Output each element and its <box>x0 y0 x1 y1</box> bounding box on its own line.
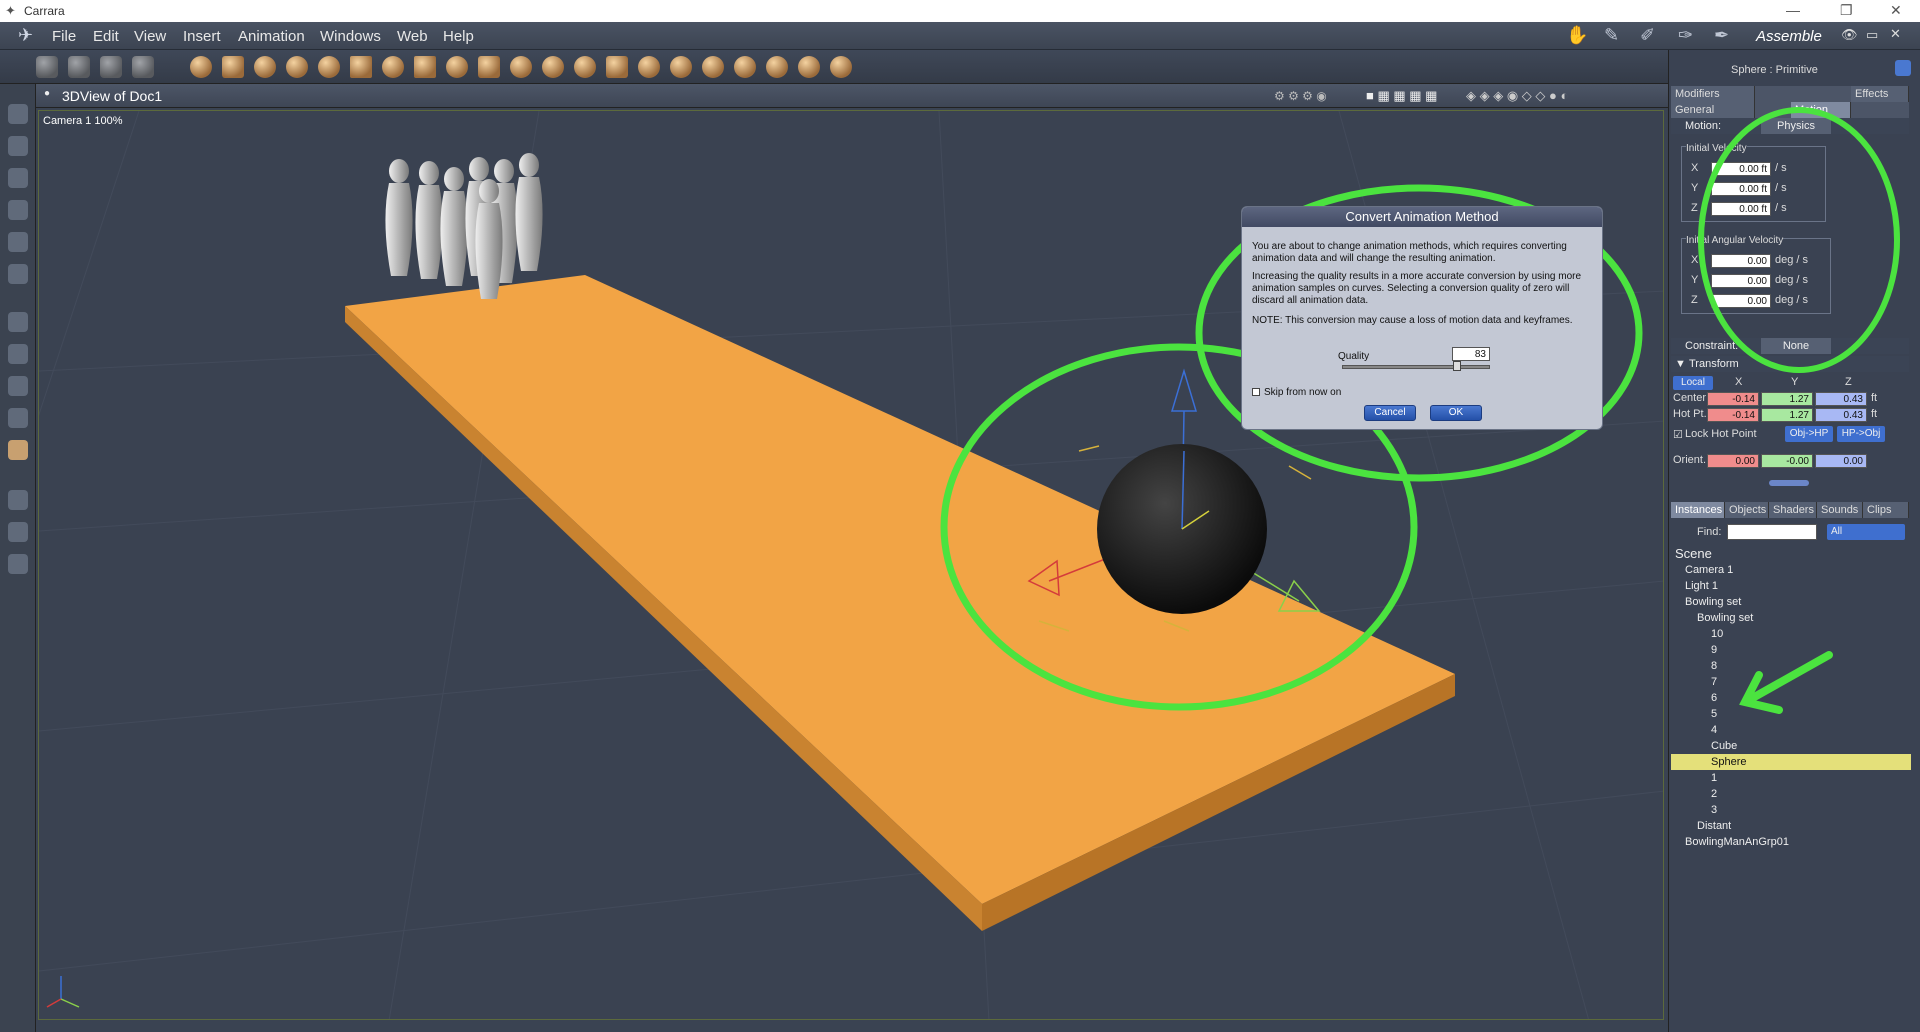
rotate-tool-icon[interactable] <box>100 56 122 78</box>
insert-sphere-icon[interactable] <box>190 56 212 78</box>
rotate-icon[interactable] <box>8 168 28 188</box>
quality-input[interactable]: 83 <box>1452 347 1490 361</box>
insert-ags-icon[interactable] <box>606 56 628 78</box>
insert-spotlight-icon[interactable] <box>734 56 756 78</box>
tree-item-bowling-man[interactable]: BowlingManAnGrp01 <box>1671 834 1911 850</box>
skip-label: Skip from now on <box>1264 387 1342 398</box>
view-controls-icon[interactable]: ⚙ ⚙ ⚙ ◉ <box>1274 89 1327 103</box>
insert-plane-icon[interactable] <box>414 56 436 78</box>
insert-cylinder-icon[interactable] <box>222 56 244 78</box>
pen-icon[interactable] <box>8 232 28 252</box>
zoom-icon[interactable] <box>8 554 28 574</box>
insert-light-icon[interactable] <box>670 56 692 78</box>
panel-menu-icon[interactable] <box>1895 60 1911 76</box>
menu-bar: ✈ File Edit View Insert Animation Window… <box>0 22 1920 50</box>
orbit-icon[interactable] <box>8 376 28 396</box>
hand-tool-icon[interactable] <box>68 56 90 78</box>
room-name: Assemble <box>1756 28 1822 45</box>
insert-globe-icon[interactable] <box>254 56 276 78</box>
eye-icon[interactable]: 👁 <box>1841 27 1858 43</box>
minimize-icon[interactable]: — <box>1786 2 1800 18</box>
convert-animation-dialog: Convert Animation Method You are about t… <box>1241 206 1603 430</box>
insert-plant-icon[interactable] <box>574 56 596 78</box>
panel-annotations <box>1698 107 1900 714</box>
menu-edit[interactable]: Edit <box>93 28 119 45</box>
view-title: 3DView of Doc1 <box>62 88 163 104</box>
title-bar: ✦ Carrara — ❐ ✕ <box>0 0 1920 22</box>
menu-windows[interactable]: Windows <box>320 28 381 45</box>
quality-slider[interactable] <box>1342 361 1490 371</box>
menu-file[interactable]: File <box>52 28 76 45</box>
ok-button[interactable]: OK <box>1430 405 1482 421</box>
select-arrow-icon[interactable] <box>8 104 28 124</box>
insert-terrain-icon[interactable] <box>478 56 500 78</box>
left-toolbox <box>0 84 36 1032</box>
scale-tool-icon[interactable] <box>132 56 154 78</box>
insert-bulb-icon[interactable] <box>702 56 724 78</box>
assemble-room-icon[interactable]: ✋ <box>1566 25 1588 46</box>
cancel-button[interactable]: Cancel <box>1364 405 1416 421</box>
dialog-text-1: You are about to change animation method… <box>1252 241 1567 264</box>
insert-figure-icon[interactable] <box>286 56 308 78</box>
quality-slider-thumb[interactable] <box>1453 361 1461 371</box>
hand-icon[interactable] <box>8 522 28 542</box>
menu-view[interactable]: View <box>134 28 166 45</box>
menu-insert[interactable]: Insert <box>183 28 221 45</box>
insert-text-icon[interactable] <box>350 56 372 78</box>
tree-item-pin-3[interactable]: 3 <box>1671 802 1911 818</box>
axis-indicator <box>46 976 80 1008</box>
direct-select-icon[interactable] <box>8 136 28 156</box>
menu-web[interactable]: Web <box>397 28 428 45</box>
quality-label: Quality <box>1338 351 1370 362</box>
menu-help[interactable]: Help <box>443 28 474 45</box>
dolly-icon[interactable] <box>8 312 28 332</box>
app-close-icon[interactable]: ✕ <box>1890 26 1901 42</box>
close-icon[interactable]: ✕ <box>1890 2 1902 19</box>
insert-torus-icon[interactable] <box>318 56 340 78</box>
dialog-text-3: NOTE: This conversion may cause a loss o… <box>1252 315 1573 326</box>
dialog-text-2: Increasing the quality results in a more… <box>1252 271 1582 306</box>
insert-ocean-icon[interactable] <box>638 56 660 78</box>
insert-group-icon[interactable] <box>766 56 788 78</box>
render-mode-icons[interactable]: ◈ ◈ ◈ ◉ ◇ ◇ ● ◐ <box>1466 88 1568 104</box>
skip-checkbox[interactable] <box>1252 388 1260 396</box>
texture-room-icon[interactable]: ✑ <box>1678 25 1693 46</box>
maximize-icon[interactable]: ❐ <box>1840 2 1853 19</box>
render-room-icon[interactable]: ✒ <box>1714 25 1729 46</box>
move-tool-icon[interactable] <box>36 56 58 78</box>
storyboard-room-icon[interactable]: ✐ <box>1640 25 1655 46</box>
model-room-icon[interactable]: ✎ <box>1604 25 1619 46</box>
layout-icons[interactable]: ■ ▦ ▦ ▦ ▦ <box>1366 88 1437 104</box>
insert-tree-icon[interactable] <box>446 56 468 78</box>
carrara-logo-icon: ✈ <box>18 25 34 45</box>
view-menu-icon[interactable]: ● <box>44 88 50 99</box>
track-icon[interactable] <box>8 408 28 428</box>
tree-item-distant[interactable]: Distant <box>1671 818 1911 834</box>
app-icon: ✦ <box>5 3 16 18</box>
shader-tool-icon[interactable] <box>8 440 28 460</box>
main-toolbar <box>0 50 1672 84</box>
menu-animation[interactable]: Animation <box>238 28 305 45</box>
bowling-pins <box>385 153 543 299</box>
dialog-title: Convert Animation Method <box>1242 207 1602 227</box>
insert-particles-icon[interactable] <box>382 56 404 78</box>
restore-icon[interactable]: ▭ <box>1866 27 1878 43</box>
insert-target-icon[interactable] <box>798 56 820 78</box>
paint-icon[interactable] <box>8 264 28 284</box>
view-header: ● 3DView of Doc1 ⚙ ⚙ ⚙ ◉ ■ ▦ ▦ ▦ ▦ ◈ ◈ ◈… <box>36 84 1668 108</box>
insert-camera-icon[interactable] <box>830 56 852 78</box>
properties-panel: Sphere : Primitive Modifiers Effects Gen… <box>1668 50 1920 1032</box>
camera-tool-icon[interactable] <box>8 490 28 510</box>
insert-fire-icon[interactable] <box>510 56 532 78</box>
scale-icon[interactable] <box>8 200 28 220</box>
pan-icon[interactable] <box>8 344 28 364</box>
window-title: Carrara <box>24 4 65 18</box>
insert-cloud-icon[interactable] <box>542 56 564 78</box>
object-title: Sphere : Primitive <box>1731 64 1818 76</box>
